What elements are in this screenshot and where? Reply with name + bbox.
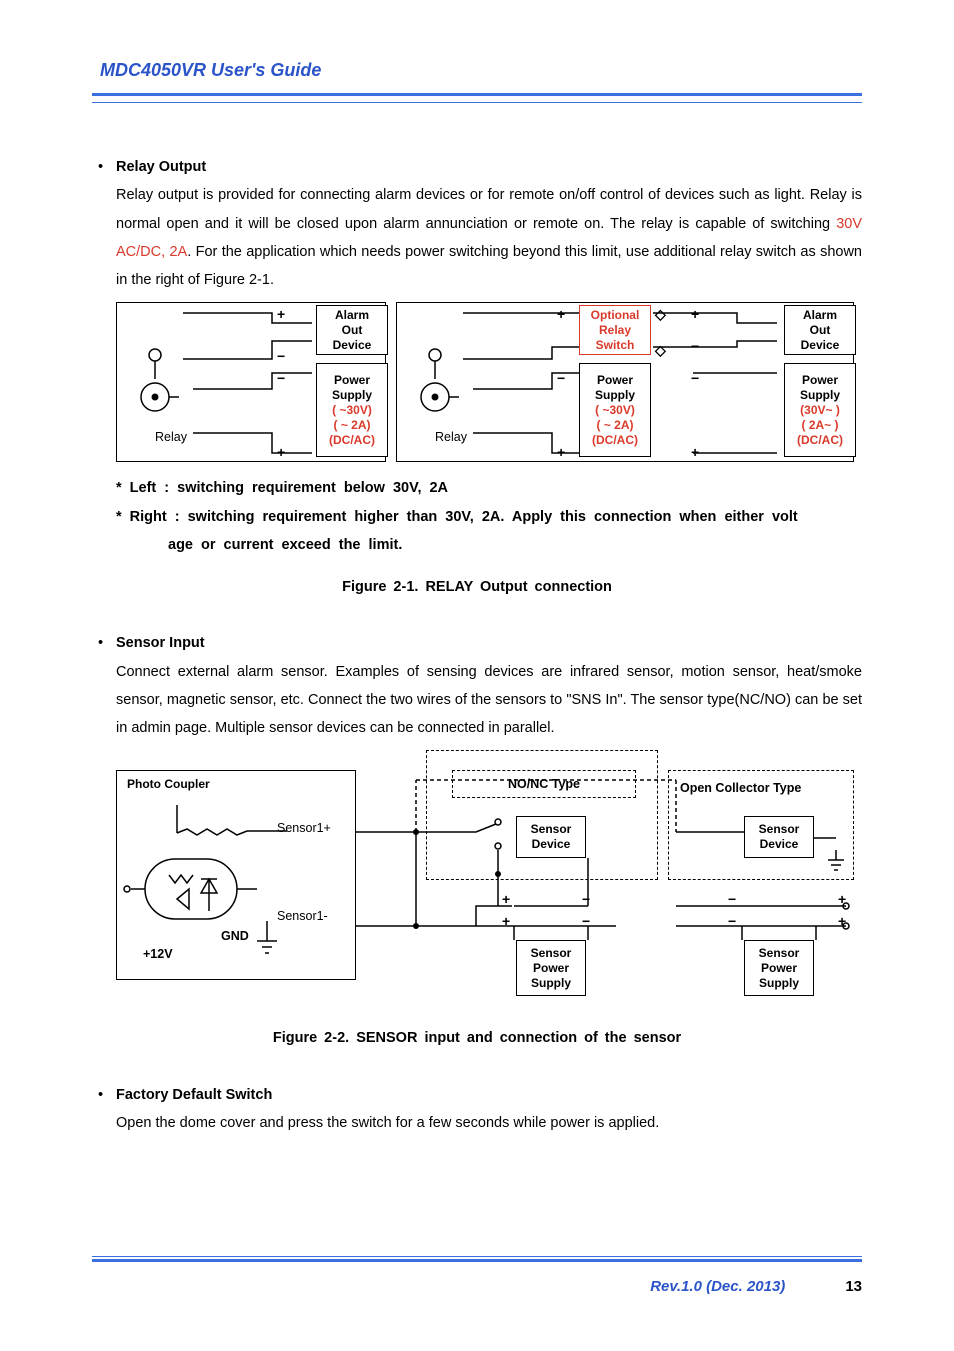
bullet-icon: • bbox=[98, 1081, 116, 1109]
sensor-power-box: Sensor Power Supply bbox=[744, 940, 814, 996]
alarm-out-box: Alarm Out Device bbox=[316, 305, 388, 355]
power-supply-box: Power Supply ( ~30V) ( ~ 2A) (DC/AC) bbox=[316, 363, 388, 457]
open-collector-label: Open Collector Type bbox=[680, 776, 801, 800]
plus-sign: + bbox=[557, 439, 565, 466]
figure-sensor-diagram: Photo Coupler bbox=[116, 750, 856, 1010]
svg-text:−: − bbox=[728, 913, 736, 929]
photo-coupler-box: Photo Coupler bbox=[116, 770, 356, 980]
sensor-device-box: Sensor Device bbox=[516, 816, 586, 858]
gnd-label: GND bbox=[221, 929, 249, 945]
plus-sign: + bbox=[557, 301, 565, 328]
figure-caption-2: Figure 2-2. SENSOR input and connection … bbox=[92, 1024, 862, 1052]
plus-sign: + bbox=[691, 439, 699, 466]
section-title-relay: Relay Output bbox=[116, 153, 206, 181]
relay-block-left: Relay + − − + Alarm Out Device Power Sup… bbox=[116, 302, 386, 462]
svg-text:−: − bbox=[728, 891, 736, 907]
relay-block-right: Relay + − + ◇ ◇ + bbox=[396, 302, 854, 462]
footer-page-number: 13 bbox=[845, 1278, 862, 1295]
sensor-power-box: Sensor Power Supply bbox=[516, 940, 586, 996]
header-rule-thick bbox=[92, 93, 862, 96]
minus-sign: − bbox=[691, 333, 699, 360]
plus-sign: + bbox=[277, 439, 285, 466]
section-title-sensor: Sensor Input bbox=[116, 629, 205, 657]
minus-sign: − bbox=[277, 365, 285, 392]
minus-sign: − bbox=[691, 365, 699, 392]
plus-sign: + bbox=[277, 301, 285, 328]
relay-text-a: Relay output is provided for connecting … bbox=[116, 187, 862, 231]
footer-rule-thick bbox=[92, 1259, 862, 1262]
section-title-factory: Factory Default Switch bbox=[116, 1081, 272, 1109]
footer-revision: Rev.1.0 (Dec. 2013) bbox=[650, 1278, 785, 1295]
minus-sign: − bbox=[557, 365, 565, 392]
figure-relay-diagram: Relay + − − + Alarm Out Device Power Sup… bbox=[116, 302, 862, 462]
sensor-device-box: Sensor Device bbox=[744, 816, 814, 858]
power-supply-box: Power Supply ( ~30V) ( ~ 2A) (DC/AC) bbox=[579, 363, 651, 457]
factory-paragraph: Open the dome cover and press the switch… bbox=[116, 1109, 862, 1137]
note-right-a: * Right : switching requirement higher t… bbox=[116, 503, 862, 531]
svg-text:+: + bbox=[502, 913, 510, 929]
diamond-terminal-icon: ◇ bbox=[655, 301, 666, 328]
sensor1-minus-label: Sensor1- bbox=[277, 909, 328, 925]
note-right-b: age or current exceed the limit. bbox=[168, 531, 862, 559]
relay-text-b: . For the application which needs power … bbox=[116, 244, 862, 288]
page-footer: Rev.1.0 (Dec. 2013) 13 bbox=[0, 1256, 954, 1295]
doc-title: MDC4050VR User's Guide bbox=[100, 60, 862, 81]
sensor1-plus-label: Sensor1+ bbox=[277, 821, 331, 837]
header-rule-thin bbox=[92, 102, 862, 103]
plus-sign: + bbox=[691, 301, 699, 328]
svg-text:+: + bbox=[838, 913, 846, 929]
svg-text:−: − bbox=[582, 913, 590, 929]
power-supply-high-box: Power Supply (30V~ ) ( 2A~ ) (DC/AC) bbox=[784, 363, 856, 457]
optional-relay-box: Optional Relay Switch bbox=[579, 305, 651, 355]
footer-rule-thin bbox=[92, 1256, 862, 1257]
svg-text:+: + bbox=[502, 891, 510, 907]
figure-caption-1: Figure 2-1. RELAY Output connection bbox=[92, 573, 862, 601]
sensor-paragraph: Connect external alarm sensor. Examples … bbox=[116, 658, 862, 743]
relay-paragraph: Relay output is provided for connecting … bbox=[116, 181, 862, 294]
note-left: * Left : switching requirement below 30V… bbox=[116, 474, 862, 502]
bullet-icon: • bbox=[98, 153, 116, 181]
v12-label: +12V bbox=[143, 947, 173, 963]
nonc-label-box: NO/NC Type bbox=[452, 770, 636, 798]
diamond-terminal-icon: ◇ bbox=[655, 337, 666, 364]
bullet-icon: • bbox=[98, 629, 116, 657]
svg-text:−: − bbox=[582, 891, 590, 907]
alarm-out-box: Alarm Out Device bbox=[784, 305, 856, 355]
svg-text:+: + bbox=[838, 891, 846, 907]
